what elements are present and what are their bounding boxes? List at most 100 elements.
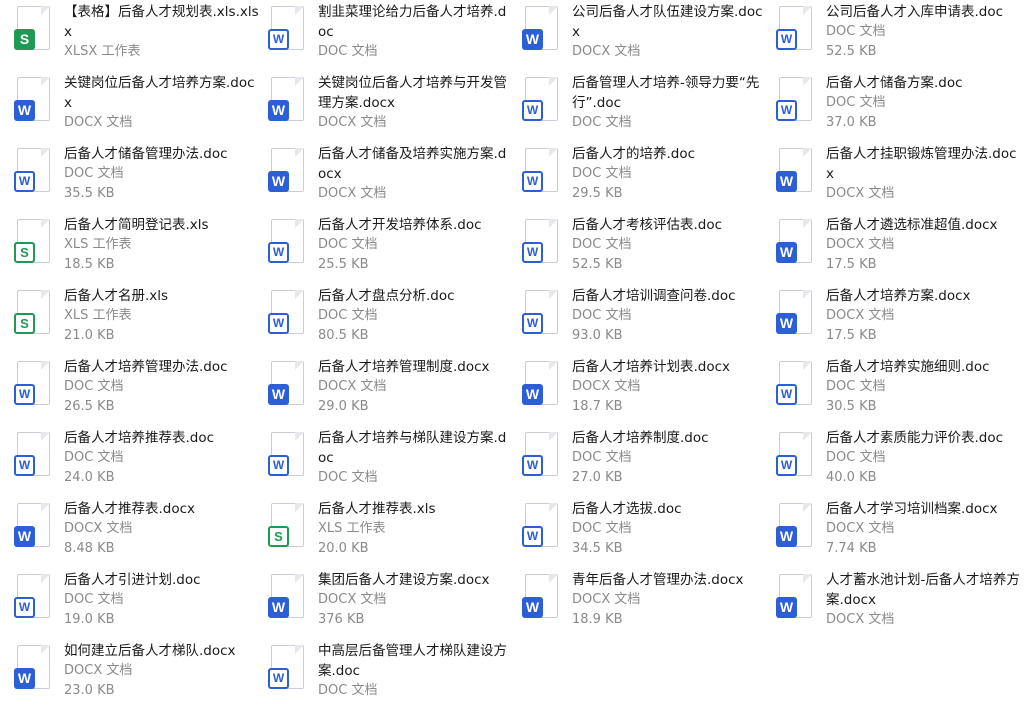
word-badge-icon: W bbox=[268, 384, 289, 405]
file-type: DOC 文档 bbox=[826, 24, 886, 39]
spreadsheet-file-icon: S bbox=[14, 219, 52, 265]
file-item[interactable]: W 后备人才引进计划.doc DOC 文档 19.0 KB bbox=[12, 570, 266, 641]
word-badge-icon: W bbox=[14, 171, 35, 192]
word-badge-icon: W bbox=[522, 29, 543, 50]
file-info: 关键岗位后备人才培养方案.docx DOCX 文档 bbox=[64, 73, 260, 133]
word-document-icon: W bbox=[268, 290, 306, 336]
file-item[interactable]: W 后备人才盘点分析.doc DOC 文档 80.5 KB bbox=[266, 286, 520, 357]
file-info: 后备人才储备管理办法.doc DOC 文档 35.5 KB bbox=[64, 144, 260, 204]
word-badge-icon: W bbox=[776, 313, 797, 334]
file-item[interactable]: W 后备人才培养方案.docx DOCX 文档 17.5 KB bbox=[774, 286, 1028, 357]
file-info: 公司后备人才队伍建设方案.docx DOCX 文档 bbox=[572, 2, 768, 62]
word-document-icon: W bbox=[776, 148, 814, 194]
file-type: DOCX 文档 bbox=[826, 521, 895, 536]
file-type: XLS 工作表 bbox=[64, 308, 132, 323]
file-item[interactable]: W 后备人才的培养.doc DOC 文档 29.5 KB bbox=[520, 144, 774, 215]
file-name: 后备人才挂职锻炼管理办法.docx bbox=[826, 146, 1017, 182]
file-item[interactable]: W 如何建立后备人才梯队.docx DOCX 文档 23.0 KB bbox=[12, 641, 266, 712]
file-info: 如何建立后备人才梯队.docx DOCX 文档 23.0 KB bbox=[64, 641, 260, 701]
file-type: DOC 文档 bbox=[826, 95, 886, 110]
file-name: 公司后备人才入库申请表.doc bbox=[826, 4, 1004, 20]
word-badge-icon: W bbox=[522, 597, 543, 618]
file-info: 后备人才推荐表.docx DOCX 文档 8.48 KB bbox=[64, 499, 260, 559]
file-type: DOCX 文档 bbox=[826, 186, 895, 201]
word-document-icon: W bbox=[522, 503, 560, 549]
word-document-icon: W bbox=[776, 361, 814, 407]
file-item[interactable]: W 后备管理人才培养-领导力要“先行”.doc DOC 文档 bbox=[520, 73, 774, 144]
file-item[interactable]: W 后备人才储备及培养实施方案.docx DOCX 文档 bbox=[266, 144, 520, 215]
file-item[interactable]: S 后备人才名册.xls XLS 工作表 21.0 KB bbox=[12, 286, 266, 357]
file-item[interactable]: W 青年后备人才管理办法.docx DOCX 文档 18.9 KB bbox=[520, 570, 774, 641]
file-item[interactable]: W 公司后备人才队伍建设方案.docx DOCX 文档 bbox=[520, 2, 774, 73]
file-info: 后备人才简明登记表.xls XLS 工作表 18.5 KB bbox=[64, 215, 260, 275]
file-name: 后备人才培养管理办法.doc bbox=[64, 359, 228, 375]
word-badge-icon: W bbox=[776, 29, 797, 50]
file-name: 后备人才遴选标准超值.docx bbox=[826, 217, 998, 233]
file-type: DOC 文档 bbox=[572, 237, 632, 252]
file-item[interactable]: W 集团后备人才建设方案.docx DOCX 文档 376 KB bbox=[266, 570, 520, 641]
file-size: 27.0 KB bbox=[572, 470, 623, 485]
file-item[interactable]: W 后备人才选拔.doc DOC 文档 34.5 KB bbox=[520, 499, 774, 570]
file-info: 后备人才培养方案.docx DOCX 文档 17.5 KB bbox=[826, 286, 1022, 346]
file-name: 后备人才盘点分析.doc bbox=[318, 288, 455, 304]
file-item[interactable]: W 后备人才储备管理办法.doc DOC 文档 35.5 KB bbox=[12, 144, 266, 215]
file-item[interactable]: S 后备人才推荐表.xls XLS 工作表 20.0 KB bbox=[266, 499, 520, 570]
file-info: 后备人才选拔.doc DOC 文档 34.5 KB bbox=[572, 499, 768, 559]
file-info: 后备人才的培养.doc DOC 文档 29.5 KB bbox=[572, 144, 768, 204]
file-info: 中高层后备管理人才梯队建设方案.doc DOC 文档 bbox=[318, 641, 514, 701]
word-badge-icon: W bbox=[268, 313, 289, 334]
file-size: 19.0 KB bbox=[64, 612, 115, 627]
file-item[interactable]: W 后备人才培养与梯队建设方案.doc DOC 文档 bbox=[266, 428, 520, 499]
file-type: DOC 文档 bbox=[318, 237, 378, 252]
file-item[interactable]: W 后备人才培训调查问卷.doc DOC 文档 93.0 KB bbox=[520, 286, 774, 357]
word-document-icon: W bbox=[776, 574, 814, 620]
sheet-badge-icon: S bbox=[14, 313, 35, 334]
word-document-icon: W bbox=[268, 77, 306, 123]
file-item[interactable]: W 关键岗位后备人才培养方案.docx DOCX 文档 bbox=[12, 73, 266, 144]
word-document-icon: W bbox=[522, 290, 560, 336]
file-type: XLS 工作表 bbox=[64, 237, 132, 252]
file-item[interactable]: W 公司后备人才入库申请表.doc DOC 文档 52.5 KB bbox=[774, 2, 1028, 73]
file-item[interactable]: W 中高层后备管理人才梯队建设方案.doc DOC 文档 bbox=[266, 641, 520, 712]
file-item[interactable]: W 后备人才推荐表.docx DOCX 文档 8.48 KB bbox=[12, 499, 266, 570]
file-type: DOCX 文档 bbox=[64, 663, 133, 678]
file-item[interactable]: W 后备人才培养计划表.docx DOCX 文档 18.7 KB bbox=[520, 357, 774, 428]
file-item[interactable]: S 后备人才简明登记表.xls XLS 工作表 18.5 KB bbox=[12, 215, 266, 286]
file-size: 26.5 KB bbox=[64, 399, 115, 414]
file-item[interactable]: W 后备人才遴选标准超值.docx DOCX 文档 17.5 KB bbox=[774, 215, 1028, 286]
file-size: 40.0 KB bbox=[826, 470, 877, 485]
file-name: 关键岗位后备人才培养与开发管理方案.docx bbox=[318, 75, 507, 111]
file-item[interactable]: W 人才蓄水池计划-后备人才培养方案.docx DOCX 文档 bbox=[774, 570, 1028, 641]
file-size: 29.0 KB bbox=[318, 399, 369, 414]
file-info: 后备人才素质能力评价表.doc DOC 文档 40.0 KB bbox=[826, 428, 1022, 488]
file-item[interactable]: W 关键岗位后备人才培养与开发管理方案.docx DOCX 文档 bbox=[266, 73, 520, 144]
file-size: 17.5 KB bbox=[826, 257, 877, 272]
file-size: 23.0 KB bbox=[64, 683, 115, 698]
file-item[interactable]: S 【表格】后备人才规划表.xls.xlsx XLSX 工作表 bbox=[12, 2, 266, 73]
file-item[interactable]: W 后备人才学习培训档案.docx DOCX 文档 7.74 KB bbox=[774, 499, 1028, 570]
file-item[interactable]: W 后备人才挂职锻炼管理办法.docx DOCX 文档 bbox=[774, 144, 1028, 215]
file-name: 割韭菜理论给力后备人才培养.doc bbox=[318, 4, 507, 40]
file-item[interactable]: W 割韭菜理论给力后备人才培养.doc DOC 文档 bbox=[266, 2, 520, 73]
file-info: 后备人才培训调查问卷.doc DOC 文档 93.0 KB bbox=[572, 286, 768, 346]
file-info: 【表格】后备人才规划表.xls.xlsx XLSX 工作表 bbox=[64, 2, 260, 62]
file-item[interactable]: W 后备人才开发培养体系.doc DOC 文档 25.5 KB bbox=[266, 215, 520, 286]
file-item[interactable]: W 后备人才培养制度.doc DOC 文档 27.0 KB bbox=[520, 428, 774, 499]
file-info: 后备人才盘点分析.doc DOC 文档 80.5 KB bbox=[318, 286, 514, 346]
file-item[interactable]: W 后备人才培养管理办法.doc DOC 文档 26.5 KB bbox=[12, 357, 266, 428]
file-item[interactable]: W 后备人才储备方案.doc DOC 文档 37.0 KB bbox=[774, 73, 1028, 144]
file-type: DOCX 文档 bbox=[318, 379, 387, 394]
file-item[interactable]: W 后备人才素质能力评价表.doc DOC 文档 40.0 KB bbox=[774, 428, 1028, 499]
file-item[interactable]: W 后备人才考核评估表.doc DOC 文档 52.5 KB bbox=[520, 215, 774, 286]
file-item[interactable]: W 后备人才培养实施细则.doc DOC 文档 30.5 KB bbox=[774, 357, 1028, 428]
file-item[interactable]: W 后备人才培养管理制度.docx DOCX 文档 29.0 KB bbox=[266, 357, 520, 428]
word-badge-icon: W bbox=[522, 171, 543, 192]
word-badge-icon: W bbox=[268, 100, 289, 121]
file-item[interactable]: W 后备人才培养推荐表.doc DOC 文档 24.0 KB bbox=[12, 428, 266, 499]
file-size: 18.7 KB bbox=[572, 399, 623, 414]
file-info: 集团后备人才建设方案.docx DOCX 文档 376 KB bbox=[318, 570, 514, 630]
word-badge-icon: W bbox=[14, 526, 35, 547]
file-info: 后备人才培养计划表.docx DOCX 文档 18.7 KB bbox=[572, 357, 768, 417]
word-document-icon: W bbox=[14, 503, 52, 549]
file-type: DOC 文档 bbox=[572, 308, 632, 323]
